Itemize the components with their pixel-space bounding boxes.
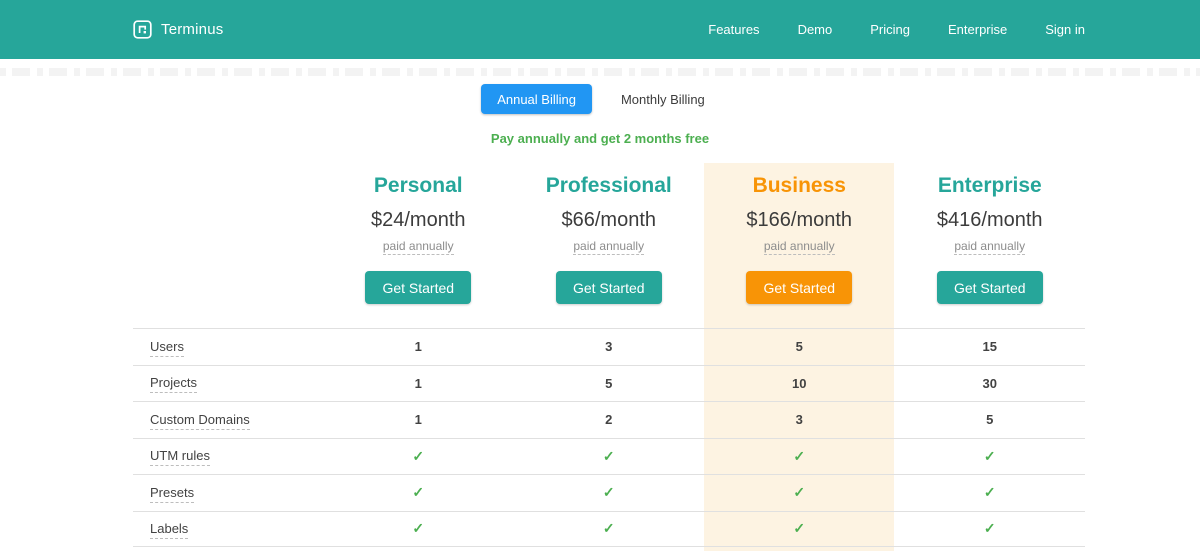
get-started-button-professional[interactable]: Get Started [556,271,662,304]
plan-title: Business [704,174,895,198]
promo-text: Pay annually and get 2 months free [0,131,1200,146]
check-icon: ✓ [704,520,895,537]
plan-cards-row: Personal $24/month paid annually Get Sta… [133,163,1085,328]
feature-comparison-rows: Users 1 3 5 15 Projects 1 5 10 30 Custom… [133,328,1085,547]
check-icon: ✓ [323,448,514,465]
feature-label[interactable]: Users [150,339,184,357]
feature-value: 2 [514,412,705,427]
plan-card-professional: Professional $66/month paid annually Get… [514,163,705,328]
app-header: Terminus Features Demo Pricing Enterpris… [0,0,1200,59]
paid-annually-note[interactable]: paid annually [764,239,835,255]
monthly-billing-button[interactable]: Monthly Billing [607,92,719,107]
plan-card-personal: Personal $24/month paid annually Get Sta… [323,163,514,328]
feature-row-projects: Projects 1 5 10 30 [133,365,1085,402]
feature-value: 5 [514,376,705,391]
billing-toggle: Annual Billing Monthly Billing [0,84,1200,114]
feature-label[interactable]: Labels [150,521,188,539]
get-started-button-personal[interactable]: Get Started [365,271,471,304]
label-column-spacer [133,163,323,328]
plan-price: $166/month [704,209,895,232]
feature-value: 1 [323,412,514,427]
feature-value: 1 [323,376,514,391]
feature-row-utm-rules: UTM rules ✓ ✓ ✓ ✓ [133,438,1085,475]
check-icon: ✓ [514,448,705,465]
pricing-table: Personal $24/month paid annually Get Sta… [133,163,1085,551]
main-nav: Features Demo Pricing Enterprise Sign in [708,22,1085,37]
plan-price: $66/month [514,209,705,232]
plan-card-enterprise: Enterprise $416/month paid annually Get … [895,163,1086,328]
nav-sign-in[interactable]: Sign in [1045,22,1085,37]
check-icon: ✓ [704,448,895,465]
nav-enterprise[interactable]: Enterprise [948,22,1007,37]
check-icon: ✓ [514,484,705,501]
check-icon: ✓ [895,448,1086,465]
feature-label[interactable]: Projects [150,375,197,393]
plan-title: Enterprise [895,174,1086,198]
nav-pricing[interactable]: Pricing [870,22,910,37]
feature-value: 5 [895,412,1086,427]
feature-label[interactable]: Presets [150,485,194,503]
nav-demo[interactable]: Demo [798,22,833,37]
check-icon: ✓ [895,520,1086,537]
get-started-button-business[interactable]: Get Started [746,271,852,304]
feature-row-custom-domains: Custom Domains 1 2 3 5 [133,401,1085,438]
feature-value: 5 [704,339,895,354]
paid-annually-note[interactable]: paid annually [954,239,1025,255]
feature-value: 3 [514,339,705,354]
nav-features[interactable]: Features [708,22,759,37]
plan-price: $416/month [895,209,1086,232]
plan-price: $24/month [323,209,514,232]
annual-billing-button[interactable]: Annual Billing [481,84,592,114]
feature-value: 30 [895,376,1086,391]
feature-label[interactable]: Custom Domains [150,412,250,430]
check-icon: ✓ [323,520,514,537]
paid-annually-note[interactable]: paid annually [383,239,454,255]
feature-row-users: Users 1 3 5 15 [133,328,1085,365]
placeholder-strip [0,68,1200,76]
brand-name: Terminus [161,21,223,38]
check-icon: ✓ [704,484,895,501]
get-started-button-enterprise[interactable]: Get Started [937,271,1043,304]
feature-label[interactable]: UTM rules [150,448,210,466]
plan-title: Personal [323,174,514,198]
feature-value: 10 [704,376,895,391]
paid-annually-note[interactable]: paid annually [573,239,644,255]
terminus-logo-icon [133,20,152,39]
feature-value: 15 [895,339,1086,354]
brand[interactable]: Terminus [133,20,223,39]
feature-value: 3 [704,412,895,427]
check-icon: ✓ [514,520,705,537]
check-icon: ✓ [323,484,514,501]
feature-row-labels: Labels ✓ ✓ ✓ ✓ [133,511,1085,548]
check-icon: ✓ [895,484,1086,501]
plan-card-business: Business $166/month paid annually Get St… [704,163,895,328]
feature-row-presets: Presets ✓ ✓ ✓ ✓ [133,474,1085,511]
feature-value: 1 [323,339,514,354]
plan-title: Professional [514,174,705,198]
